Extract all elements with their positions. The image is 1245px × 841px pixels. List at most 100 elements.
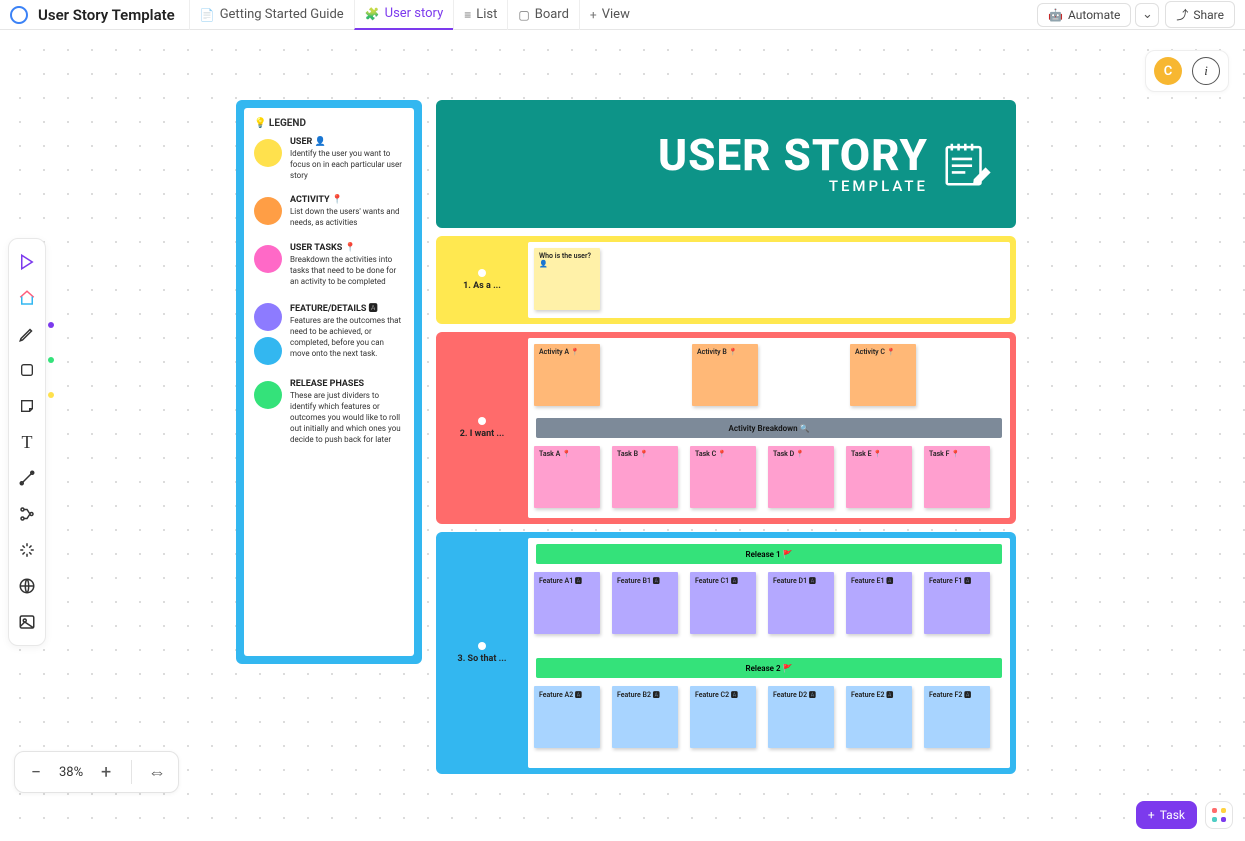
avatar[interactable]: C [1154,57,1182,85]
bubble-icon [478,642,486,650]
share-label: Share [1193,8,1224,22]
activity-breakdown-bar[interactable]: Activity Breakdown 🔍 [536,418,1002,438]
tab-label: Board [535,7,569,22]
legend-body: Identify the user you want to focus on i… [290,149,404,181]
legend-heading: RELEASE PHASES [290,379,404,389]
tab-add-view[interactable]: + View [579,0,640,30]
legend-circle-feature-blue [254,337,282,365]
sticky-feature[interactable]: Feature D1 🅰 [768,572,834,634]
tool-select[interactable] [12,245,42,279]
apps-button[interactable] [1205,801,1233,829]
plus-icon: + [590,8,597,22]
sticky-activity[interactable]: Activity A 📍 [534,344,600,406]
section-label-area: 2. I want ... [436,332,528,524]
sticky-task[interactable]: Task B 📍 [612,446,678,508]
tab-label: List [476,7,497,22]
tool-ai[interactable] [12,533,42,567]
hero-title: USER STORY [658,133,928,177]
app-logo-icon[interactable] [10,6,28,24]
sticky-feature[interactable]: Feature C1 🅰 [690,572,756,634]
chevron-down-icon: ⌄ [1142,7,1153,22]
doc-icon: 📄 [200,8,215,22]
left-toolbar: T [8,238,46,646]
tab-label: View [602,7,630,22]
task-label: Task [1160,808,1185,822]
add-task-button[interactable]: +Task [1136,801,1197,829]
tool-shape[interactable] [12,353,42,387]
toolbar-color-dots [48,322,54,398]
sticky-feature[interactable]: Feature C2 🅰 [690,686,756,748]
sticky-task[interactable]: Task C 📍 [690,446,756,508]
legend-heading: USER 👤 [290,137,404,147]
legend-row-tasks: USER TASKS 📍Breakdown the activities int… [254,243,404,287]
sticky-task[interactable]: Task D 📍 [768,446,834,508]
section-so-that[interactable]: 3. So that ... Release 1 🚩Feature A1 🅰Fe… [436,532,1016,774]
sticky-feature[interactable]: Feature D2 🅰 [768,686,834,748]
tool-home[interactable] [12,281,42,315]
legend-row-user: USER 👤 Identify the user you want to focu… [254,137,404,181]
tool-connector[interactable] [12,461,42,495]
tab-list[interactable]: ≡ List [453,0,507,30]
hero-banner[interactable]: USER STORY TEMPLATE [436,100,1016,228]
sticky-activity[interactable]: Activity B 📍 [692,344,758,406]
sticky-who-is-user[interactable]: Who is the user? 👤 [534,248,600,310]
sticky-feature[interactable]: Feature E2 🅰 [846,686,912,748]
sticky-feature[interactable]: Feature B2 🅰 [612,686,678,748]
sticky-feature[interactable]: Feature F1 🅰 [924,572,990,634]
tool-text[interactable]: T [12,425,42,459]
top-bar: User Story Template 📄Getting Started Gui… [0,0,1245,30]
legend-circle-tasks [254,245,282,273]
sticky-feature[interactable]: Feature A2 🅰 [534,686,600,748]
legend-circle-release [254,381,282,409]
legend-heading: ACTIVITY 📍 [290,195,404,205]
dot-purple [48,322,54,328]
tool-sticky[interactable] [12,389,42,423]
tab-board[interactable]: ▢Board [507,0,579,30]
sticky-feature[interactable]: Feature E1 🅰 [846,572,912,634]
legend-row-feature: FEATURE/DETAILS 🅰Features are the outcom… [254,301,404,365]
legend-body: Breakdown the activities into tasks that… [290,255,404,287]
section-label-area: 1. As a ... [436,236,528,324]
sticky-task[interactable]: Task A 📍 [534,446,600,508]
sticky-emoji: 👤 [539,260,595,268]
tool-mindmap[interactable] [12,497,42,531]
section-label: 3. So that ... [458,654,507,664]
doc-title[interactable]: User Story Template [38,6,175,24]
whiteboard-content[interactable]: 💡 LEGEND USER 👤 Identify the user you wan… [236,100,1016,774]
tab-user-story[interactable]: 🧩User story [354,0,454,30]
section-label: 2. I want ... [460,429,504,439]
release-1-bar[interactable]: Release 1 🚩 [536,544,1002,564]
sticky-feature[interactable]: Feature A1 🅰 [534,572,600,634]
legend-body: List down the users' wants and needs, as… [290,207,404,229]
zoom-in-button[interactable]: + [97,762,115,783]
automate-button[interactable]: 🤖Automate [1037,3,1131,27]
sticky-activity[interactable]: Activity C 📍 [850,344,916,406]
share-button[interactable]: ⤴Share [1165,1,1235,28]
zoom-out-button[interactable]: − [27,762,45,783]
tool-image[interactable] [12,605,42,639]
sticky-task[interactable]: Task E 📍 [846,446,912,508]
bubble-icon [478,417,486,425]
legend-title: 💡 LEGEND [254,118,404,129]
sticky-feature[interactable]: Feature F2 🅰 [924,686,990,748]
release-2-bar[interactable]: Release 2 🚩 [536,658,1002,678]
sticky-text: Who is the user? [539,252,595,260]
zoom-fit-button[interactable]: ⇔ [148,762,166,783]
legend-frame[interactable]: 💡 LEGEND USER 👤 Identify the user you wan… [236,100,422,664]
legend-row-release: RELEASE PHASES These are just dividers to… [254,379,404,445]
legend-body: These are just dividers to identify whic… [290,391,404,445]
info-button[interactable]: i [1192,57,1220,85]
zoom-control: − 38% + ⇔ [14,751,179,793]
section-i-want[interactable]: 2. I want ... Activity A 📍 Activity B 📍 Ac… [436,332,1016,524]
automate-dropdown[interactable]: ⌄ [1135,3,1159,27]
tab-getting-started[interactable]: 📄Getting Started Guide [189,0,354,30]
tool-web[interactable] [12,569,42,603]
legend-circle-feature-purple [254,303,282,331]
sticky-task[interactable]: Task F 📍 [924,446,990,508]
sticky-feature[interactable]: Feature B1 🅰 [612,572,678,634]
section-as-a[interactable]: 1. As a ... Who is the user? 👤 [436,236,1016,324]
notepad-icon [940,137,994,191]
tool-pen[interactable] [12,317,42,351]
list-icon: ≡ [464,8,471,22]
zoom-percent[interactable]: 38% [59,765,83,780]
